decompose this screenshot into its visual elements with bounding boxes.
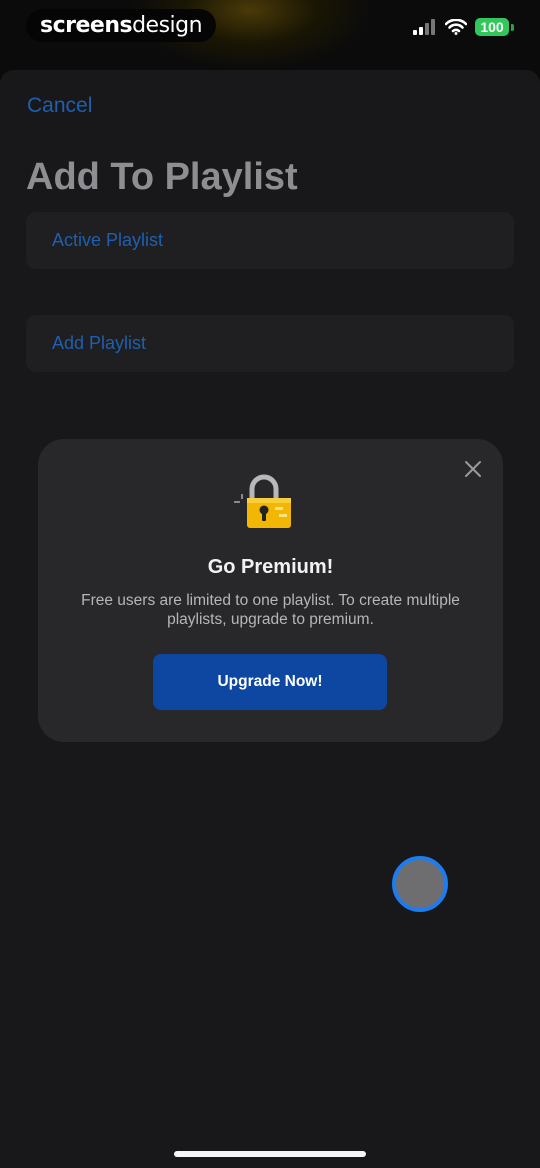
watermark-part-2: design — [132, 13, 203, 38]
battery-icon: 100 — [475, 18, 509, 36]
premium-modal: Go Premium! Free users are limited to on… — [38, 439, 503, 742]
modal-title: Go Premium! — [207, 556, 334, 578]
screen: screensdesign 100 Cancel Add To Playlist… — [0, 0, 540, 1168]
lock-icon — [234, 474, 291, 528]
close-icon[interactable] — [463, 459, 483, 479]
touch-indicator — [392, 856, 448, 912]
add-playlist-button[interactable]: Add Playlist — [26, 315, 514, 372]
status-bar: 100 — [413, 18, 514, 36]
page-title: Add To Playlist — [26, 156, 298, 198]
signal-icon — [413, 19, 435, 35]
watermark-part-1: screens — [40, 13, 133, 38]
upgrade-now-button[interactable]: Upgrade Now! — [153, 654, 387, 710]
battery-cap — [511, 23, 514, 31]
cancel-button[interactable]: Cancel — [27, 94, 92, 118]
wifi-icon — [445, 19, 467, 35]
screensdesign-watermark: screensdesign — [26, 9, 217, 42]
playlist-item-active[interactable]: Active Playlist — [26, 212, 514, 269]
home-indicator[interactable] — [174, 1151, 366, 1157]
modal-message: Free users are limited to one playlist. … — [81, 592, 460, 628]
